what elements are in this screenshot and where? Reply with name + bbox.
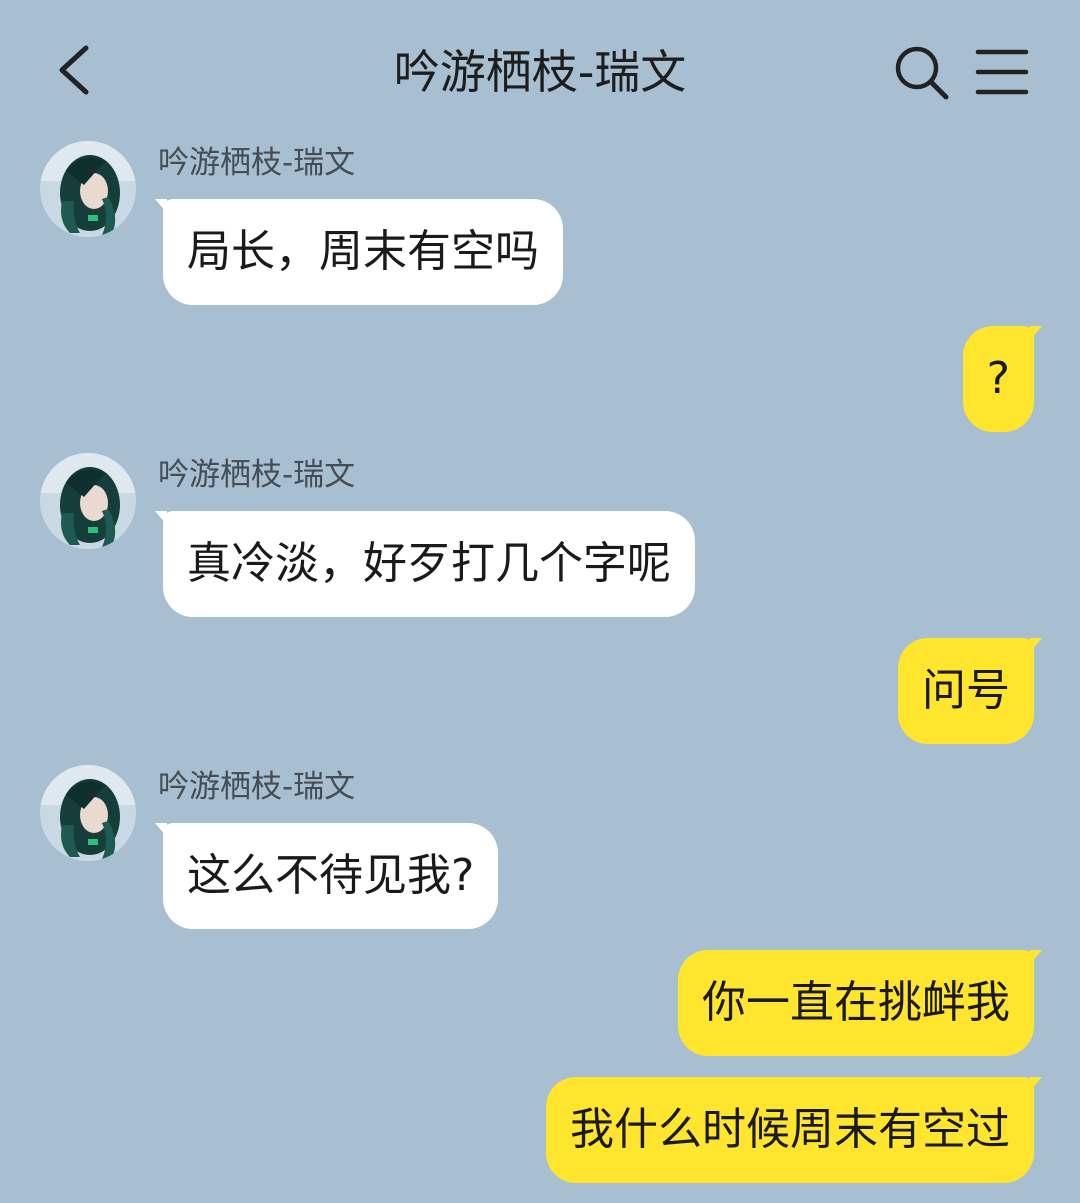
incoming-message-bubble[interactable]: 局长，周末有空吗 [155,199,563,305]
avatar-portrait-icon [40,765,136,861]
incoming-message-bubble[interactable]: 这么不待见我? [154,823,499,929]
search-icon [895,46,949,100]
top-bar: 吟游栖枝-瑞文 [0,0,1080,140]
sender-name: 吟游栖枝-瑞文 [158,457,356,493]
hamburger-menu-icon [975,49,1029,95]
search-button[interactable] [890,40,954,104]
chat-title: 吟游栖枝-瑞文 [393,45,687,99]
avatar-portrait-icon [40,453,136,549]
avatar[interactable] [40,453,136,549]
avatar[interactable] [40,765,136,861]
chevron-left-icon [59,45,89,95]
outgoing-message-bubble[interactable]: ? [962,326,1043,432]
menu-button[interactable] [970,40,1034,104]
avatar[interactable] [40,141,136,237]
back-button[interactable] [48,38,108,102]
avatar-portrait-icon [40,141,136,237]
sender-name: 吟游栖枝-瑞文 [158,769,356,805]
outgoing-message-bubble[interactable]: 你一直在挑衅我 [678,950,1042,1056]
outgoing-message-bubble[interactable]: 问号 [898,638,1042,744]
outgoing-message-bubble[interactable]: 我什么时候周末有空过 [546,1077,1042,1183]
incoming-message-bubble[interactable]: 真冷淡，好歹打几个字呢 [155,511,695,617]
sender-name: 吟游栖枝-瑞文 [158,145,356,181]
